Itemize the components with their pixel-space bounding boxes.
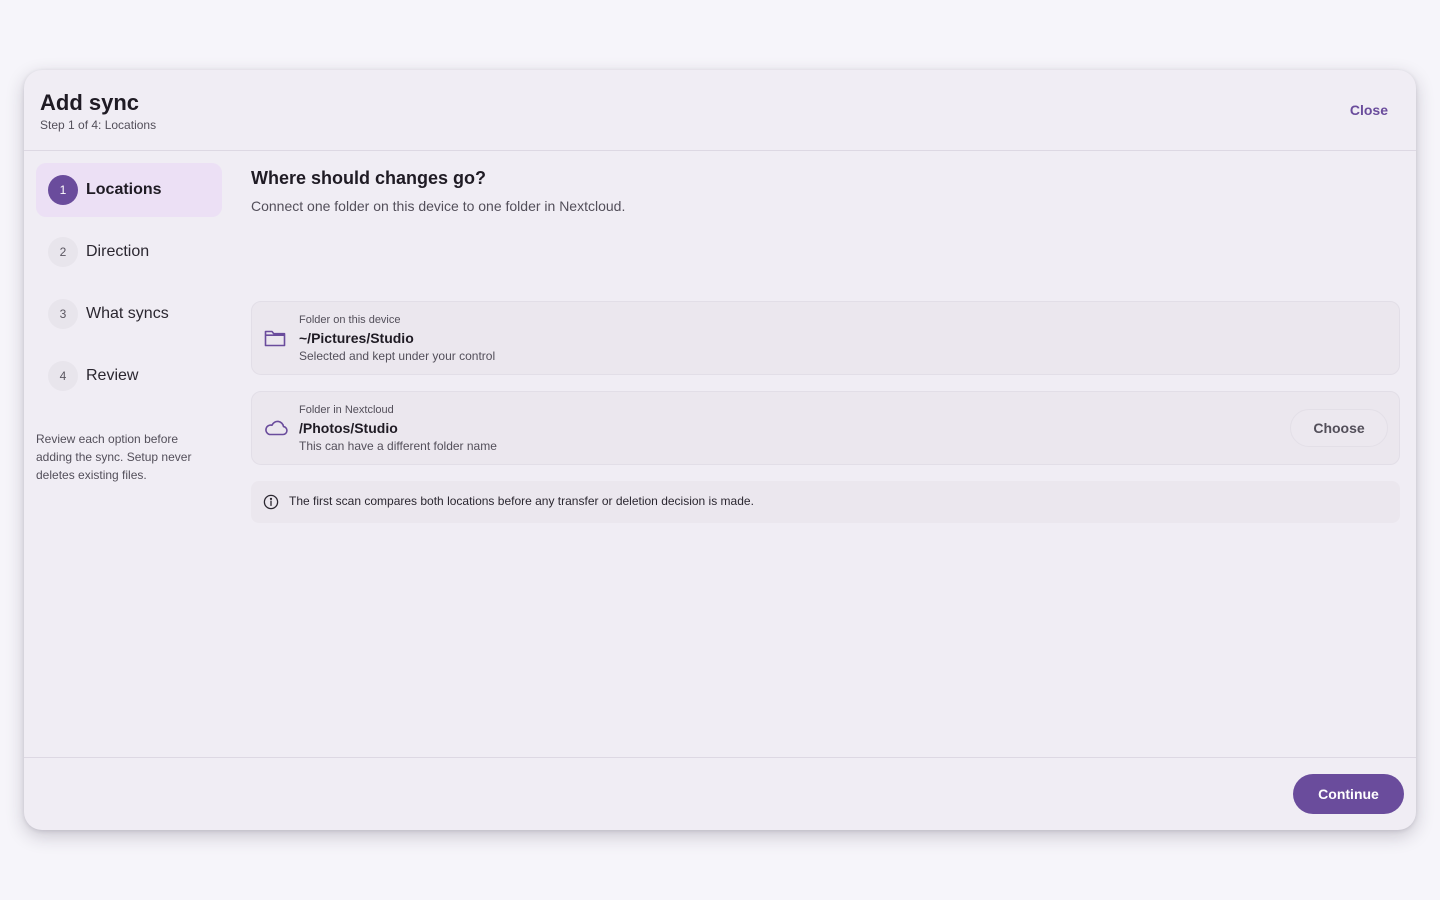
close-button[interactable]: Close (1342, 98, 1396, 122)
local-folder-path: ~/Pictures/Studio (299, 330, 414, 346)
step-locations[interactable]: 1 Locations (36, 163, 222, 217)
step-label: Review (86, 367, 139, 384)
dialog-title: Add sync (40, 90, 140, 115)
folder-icon (263, 326, 287, 350)
notice-text: The first scan compares both locations b… (289, 494, 754, 508)
step-what-syncs[interactable]: 3 What syncs (36, 287, 222, 341)
cloud-icon (263, 416, 288, 440)
local-folder-label: Folder on this device (299, 314, 401, 326)
info-icon (263, 494, 279, 510)
choose-button[interactable]: Choose (1290, 409, 1388, 447)
dialog-header: Add sync Step 1 of 4: Locations Close (24, 70, 1416, 151)
remote-folder-label: Folder in Nextcloud (299, 404, 394, 416)
section-description: Connect one folder on this device to one… (251, 198, 626, 214)
remote-folder-path: /Photos/Studio (299, 420, 398, 436)
remote-folder-card: Folder in Nextcloud /Photos/Studio This … (251, 391, 1400, 465)
local-folder-card[interactable]: Folder on this device ~/Pictures/Studio … (251, 301, 1400, 375)
step-label: Locations (86, 181, 162, 198)
section-title: Where should changes go? (251, 168, 487, 188)
step-number: 2 (48, 237, 78, 267)
local-folder-hint: Selected and kept under your control (299, 349, 496, 363)
step-number: 3 (48, 299, 78, 329)
dialog-subtitle: Step 1 of 4: Locations (40, 118, 157, 132)
step-direction[interactable]: 2 Direction (36, 225, 222, 279)
sidebar-note: Review each option before adding the syn… (36, 432, 192, 482)
steps-sidebar: 1 Locations 2 Direction 3 What syncs 4 R… (36, 163, 222, 411)
step-label: What syncs (86, 305, 169, 322)
step-number: 1 (48, 175, 78, 205)
continue-button[interactable]: Continue (1293, 774, 1404, 814)
add-sync-dialog: Add sync Step 1 of 4: Locations Close 1 … (24, 70, 1416, 830)
remote-folder-hint: This can have a different folder name (299, 439, 497, 453)
step-number: 4 (48, 361, 78, 391)
step-label: Direction (86, 243, 150, 260)
info-notice: The first scan compares both locations b… (251, 481, 1400, 523)
step-review[interactable]: 4 Review (36, 349, 222, 403)
dialog-footer: Continue (24, 757, 1416, 830)
